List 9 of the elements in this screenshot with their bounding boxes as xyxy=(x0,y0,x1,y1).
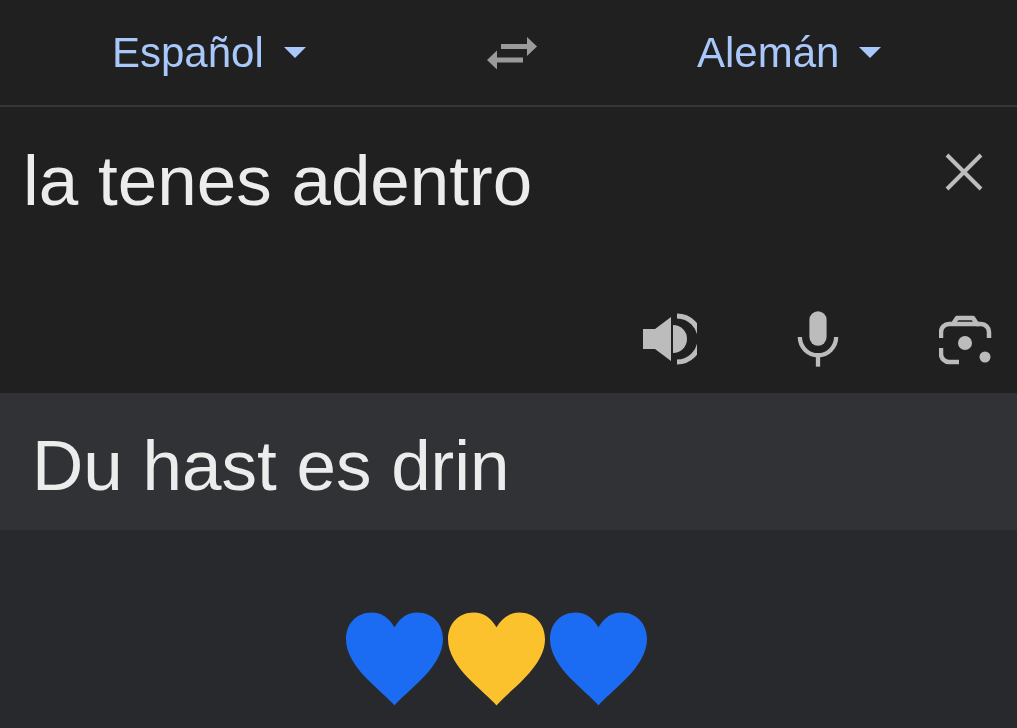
target-language-dropdown[interactable]: Alemán xyxy=(697,20,882,85)
speaker-icon[interactable] xyxy=(643,313,697,365)
caret-icon xyxy=(283,47,306,58)
source-language-dropdown[interactable]: Español xyxy=(112,20,306,85)
caret-icon xyxy=(859,47,882,58)
translation-text: Du hast es drin xyxy=(32,430,510,501)
close-icon xyxy=(945,153,983,191)
swap-arrows-icon[interactable] xyxy=(487,34,537,71)
microphone-icon[interactable] xyxy=(797,310,839,368)
